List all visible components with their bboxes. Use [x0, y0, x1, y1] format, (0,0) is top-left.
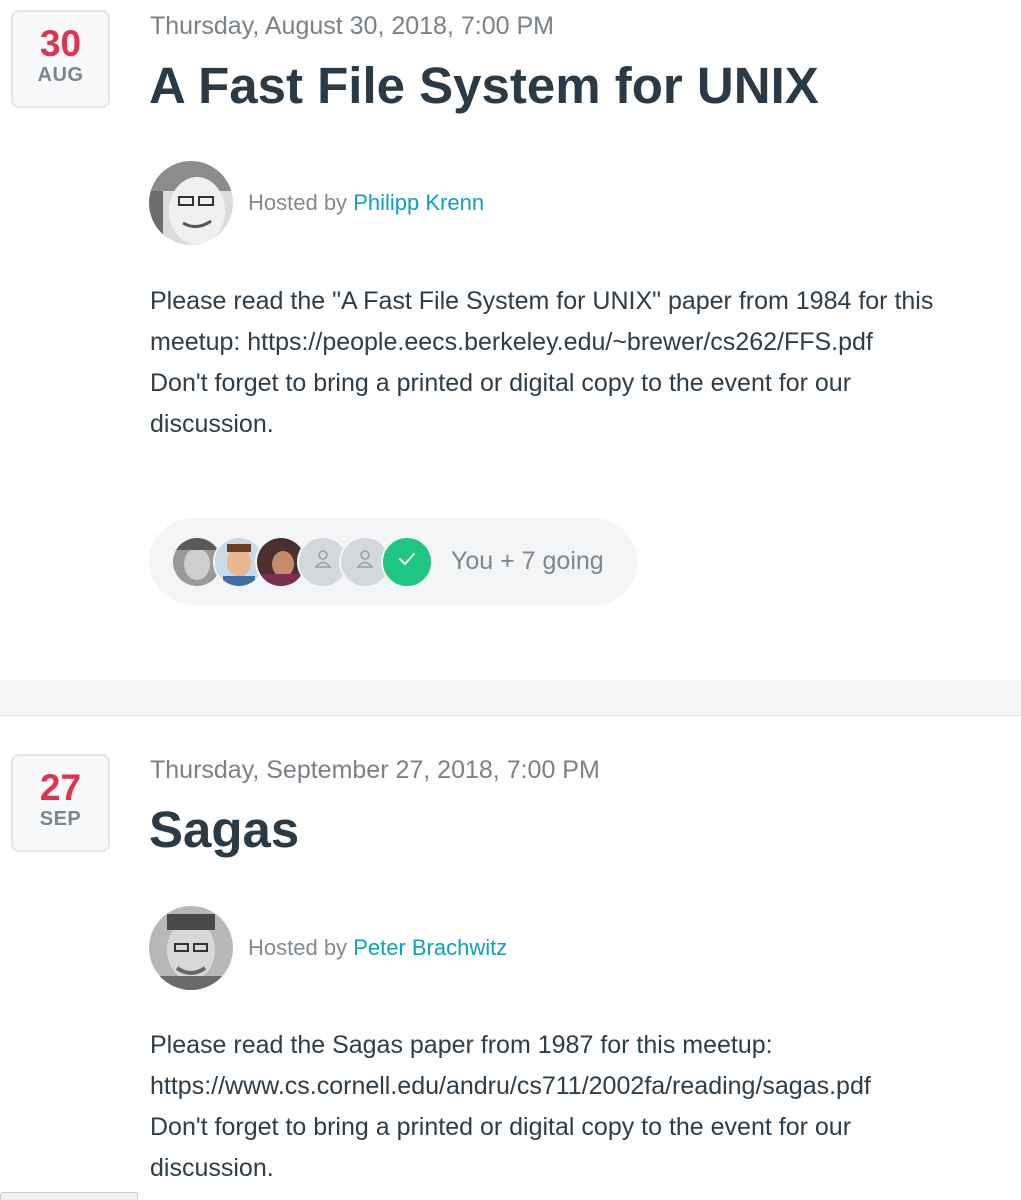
- bottom-tab-edge: [0, 1192, 138, 1200]
- host-name-link[interactable]: Peter Brachwitz: [353, 935, 507, 960]
- description-line: Please read the Sagas paper from 1987 fo…: [150, 1031, 773, 1059]
- description-line: meetup: https://people.eecs.berkeley.edu…: [150, 328, 873, 356]
- attendee-summary[interactable]: You + 7 going: [149, 518, 637, 605]
- date-badge: 27 SEP: [11, 754, 110, 852]
- description-line: Please read the "A Fast File System for …: [150, 287, 934, 315]
- host-info: Hosted by Philipp Krenn: [149, 161, 484, 245]
- host-prefix: Hosted by: [248, 935, 348, 960]
- date-day: 30: [39, 23, 82, 64]
- event-card: 27 SEP Thursday, September 27, 2018, 7:0…: [0, 716, 1021, 1200]
- date-month: SEP: [39, 808, 82, 830]
- event-datetime: Thursday, August 30, 2018, 7:00 PM: [150, 12, 554, 40]
- event-title[interactable]: A Fast File System for UNIX: [149, 56, 819, 116]
- host-line: Hosted by Philipp Krenn: [248, 190, 484, 216]
- attendee-avatars: [171, 535, 433, 588]
- event-description: Please read the "A Fast File System for …: [150, 281, 1018, 445]
- host-prefix: Hosted by: [248, 190, 348, 215]
- description-line: discussion.: [150, 410, 274, 438]
- going-check[interactable]: [381, 535, 433, 588]
- checkmark-icon: [396, 548, 418, 575]
- host-name-link[interactable]: Philipp Krenn: [353, 190, 484, 215]
- event-divider: [0, 680, 1021, 716]
- date-day: 27: [39, 767, 82, 808]
- event-description: Please read the Sagas paper from 1987 fo…: [150, 1025, 1018, 1189]
- date-month: AUG: [37, 64, 84, 86]
- user-outline-icon: [312, 548, 334, 575]
- description-line: discussion.: [150, 1154, 274, 1182]
- user-outline-icon: [354, 548, 376, 575]
- event-datetime: Thursday, September 27, 2018, 7:00 PM: [150, 756, 600, 784]
- host-avatar[interactable]: [149, 906, 233, 990]
- host-info: Hosted by Peter Brachwitz: [149, 906, 507, 990]
- attendance-count: You + 7 going: [451, 547, 604, 575]
- host-avatar[interactable]: [149, 161, 233, 245]
- event-card: 30 AUG Thursday, August 30, 2018, 7:00 P…: [0, 0, 1021, 680]
- event-title[interactable]: Sagas: [149, 800, 299, 860]
- description-line: Don't forget to bring a printed or digit…: [150, 369, 852, 397]
- description-line: https://www.cs.cornell.edu/andru/cs711/2…: [150, 1072, 871, 1100]
- host-line: Hosted by Peter Brachwitz: [248, 935, 507, 961]
- date-badge: 30 AUG: [11, 10, 110, 108]
- description-line: Don't forget to bring a printed or digit…: [150, 1113, 852, 1141]
